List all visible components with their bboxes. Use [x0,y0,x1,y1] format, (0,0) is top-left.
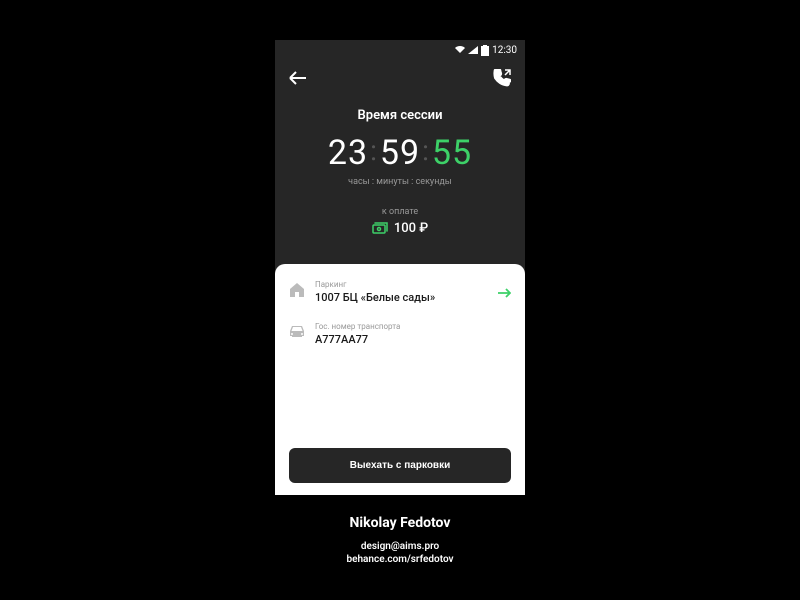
phone-frame: 12:30 Время сессии 23 : 59 : 55 часы : м… [275,40,525,495]
credit-portfolio: behance.com/srfedotov [346,554,453,565]
credit-email: design@aims.pro [346,541,453,552]
call-button[interactable] [493,69,511,87]
payment-value: 100 ₽ [394,221,428,236]
battery-icon [481,45,489,56]
timer-colon: : [422,137,430,165]
car-icon [289,324,305,338]
payment-amount: 100 ₽ [372,221,428,236]
cash-icon [372,222,388,235]
payment-label: к оплате [382,207,418,217]
timer-colon: : [370,137,378,165]
back-button[interactable] [289,71,307,85]
parking-value: 1007 БЦ «Белые сады» [315,291,511,304]
status-time: 12:30 [492,45,517,56]
timer-labels: часы : минуты : секунды [348,177,452,187]
session-title: Время сессии [358,108,443,123]
home-icon [289,282,305,298]
phone-out-icon [493,69,511,87]
signal-icon [468,46,478,54]
timer-hours: 23 [328,133,368,173]
nav-bar [275,60,525,96]
bottom-card: Паркинг 1007 БЦ «Белые сады» Гос. номер … [275,264,525,495]
arrow-right-icon [497,288,511,298]
wifi-icon [455,46,465,54]
parking-row[interactable]: Паркинг 1007 БЦ «Белые сады» [289,280,511,304]
status-icons: 12:30 [455,45,517,56]
status-bar: 12:30 [275,40,525,60]
credits: Nikolay Fedotov design@aims.pro behance.… [346,515,453,567]
timer-minutes: 59 [380,133,420,173]
session-timer: 23 : 59 : 55 [328,133,472,173]
parking-label: Паркинг [315,280,511,289]
vehicle-value: А777АА77 [315,333,511,346]
vehicle-row: Гос. номер транспорта А777АА77 [289,322,511,346]
timer-seconds: 55 [432,133,472,173]
exit-button[interactable]: Выехать с парковки [289,448,511,483]
arrow-left-icon [289,71,307,85]
vehicle-label: Гос. номер транспорта [315,322,511,331]
credit-name: Nikolay Fedotov [346,515,453,531]
session-content: Время сессии 23 : 59 : 55 часы : минуты … [275,96,525,256]
